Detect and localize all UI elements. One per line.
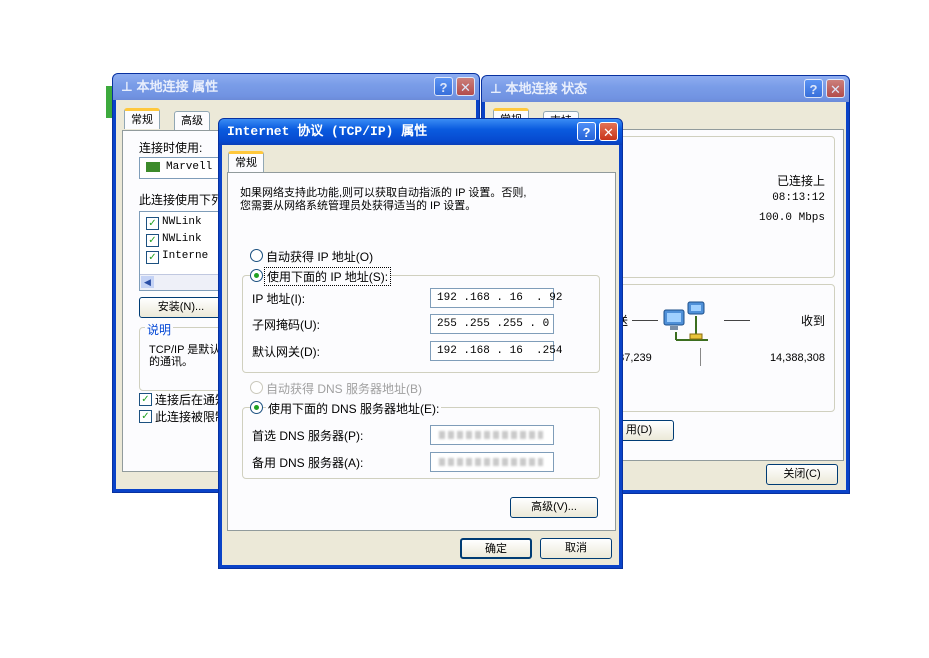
help-button[interactable]: ?: [434, 77, 453, 96]
connection-speed: 100.0 Mbps: [758, 212, 825, 224]
preferred-dns-label: 首选 DNS 服务器(P):: [252, 429, 364, 443]
auto-dns-radio[interactable]: [250, 381, 263, 394]
help-button[interactable]: ?: [577, 122, 596, 141]
auto-ip-radio[interactable]: [250, 249, 263, 262]
manual-dns-label: 使用下面的 DNS 服务器地址(E):: [266, 400, 442, 417]
item-checkbox[interactable]: ✓: [146, 217, 159, 230]
alternate-dns-label: 备用 DNS 服务器(A):: [252, 456, 364, 470]
intro-line-2: 您需要从网络系统管理员处获得适当的 IP 设置。: [240, 200, 477, 212]
list-item: NWLink: [162, 216, 202, 228]
close-button[interactable]: ✕: [826, 79, 845, 98]
scroll-left-icon[interactable]: ◀: [141, 276, 154, 288]
manual-ip-label: 使用下面的 IP 地址(S):: [264, 267, 392, 286]
item-checkbox[interactable]: ✓: [146, 251, 159, 264]
subnet-mask-label: 子网掩码(U):: [252, 318, 320, 332]
alternate-dns-field[interactable]: [430, 452, 554, 472]
list-item: Interne: [162, 250, 209, 262]
packets-received: 14,388,308: [769, 352, 825, 364]
preferred-dns-field[interactable]: [430, 425, 554, 445]
tcpip-titlebar[interactable]: Internet 协议 (TCP/IP) 属性: [219, 119, 622, 145]
help-button[interactable]: ?: [804, 79, 823, 98]
description-label: 说明: [145, 321, 174, 338]
subnet-mask-field[interactable]: 255 .255 .255 . 0: [430, 314, 554, 334]
tcpip-panel: 如果网络支持此功能,则可以获取自动指派的 IP 设置。否则, 您需要从网络系统管…: [227, 172, 616, 531]
tab-general[interactable]: 常规: [228, 151, 264, 172]
adapter-name: Marvell Y: [166, 161, 226, 173]
gateway-label: 默认网关(D):: [252, 345, 320, 359]
network-icon: ⊥: [121, 79, 137, 94]
connect-using-label: 连接时使用:: [139, 141, 203, 155]
advanced-button[interactable]: 高级(V)...: [510, 497, 598, 518]
list-item: NWLink: [162, 233, 202, 245]
install-button[interactable]: 安装(N)...: [139, 297, 223, 318]
item-checkbox[interactable]: ✓: [146, 234, 159, 247]
cancel-button[interactable]: 取消: [540, 538, 612, 559]
connection-status: 已连接上: [776, 174, 825, 188]
show-icon-label: 连接后在通知: [155, 393, 228, 407]
close-button[interactable]: ✕: [599, 122, 618, 141]
tab-advanced[interactable]: 高级: [174, 111, 210, 130]
notify-label: 此连接被限制: [155, 410, 228, 424]
received-label: 收到: [800, 314, 825, 328]
network-computers-icon: [662, 300, 712, 344]
status-title: 本地连接 状态: [505, 81, 588, 96]
tab-general[interactable]: 常规: [124, 108, 160, 129]
sent-line: [632, 320, 658, 321]
ip-address-field[interactable]: 192 .168 . 16 . 92: [430, 288, 562, 308]
status-close-button[interactable]: 关闭(C): [766, 464, 838, 485]
redacted-value: [439, 458, 543, 466]
gateway-field[interactable]: 192 .168 . 16 .254: [430, 341, 562, 361]
notify-checkbox[interactable]: ✓: [139, 410, 152, 423]
tcpip-dialog: Internet 协议 (TCP/IP) 属性 ? ✕ 常规 如果网络支持此功能…: [218, 118, 623, 569]
received-line: [724, 320, 750, 321]
activity-divider: [700, 348, 701, 366]
ok-button[interactable]: 确定: [460, 538, 532, 559]
close-button[interactable]: ✕: [456, 77, 475, 96]
show-icon-checkbox[interactable]: ✓: [139, 393, 152, 406]
ip-address-label: IP 地址(I):: [252, 292, 306, 306]
manual-dns-radio[interactable]: [250, 401, 263, 414]
auto-dns-label: 自动获得 DNS 服务器地址(B): [266, 382, 423, 396]
description-line: 的通讯。: [149, 356, 193, 368]
status-titlebar[interactable]: ⊥ 本地连接 状态: [482, 76, 849, 102]
tcpip-title: Internet 协议 (TCP/IP) 属性: [227, 124, 428, 139]
redacted-value: [439, 431, 543, 439]
manual-ip-radio[interactable]: [250, 269, 263, 282]
network-icon: ⊥: [490, 81, 506, 96]
network-card-icon: [146, 162, 160, 172]
items-label: 此连接使用下列: [139, 193, 224, 207]
properties-title: 本地连接 属性: [136, 79, 219, 94]
properties-titlebar[interactable]: ⊥ 本地连接 属性: [113, 74, 479, 100]
auto-ip-label: 自动获得 IP 地址(O): [266, 250, 374, 264]
connection-duration: 08:13:12: [772, 192, 825, 204]
